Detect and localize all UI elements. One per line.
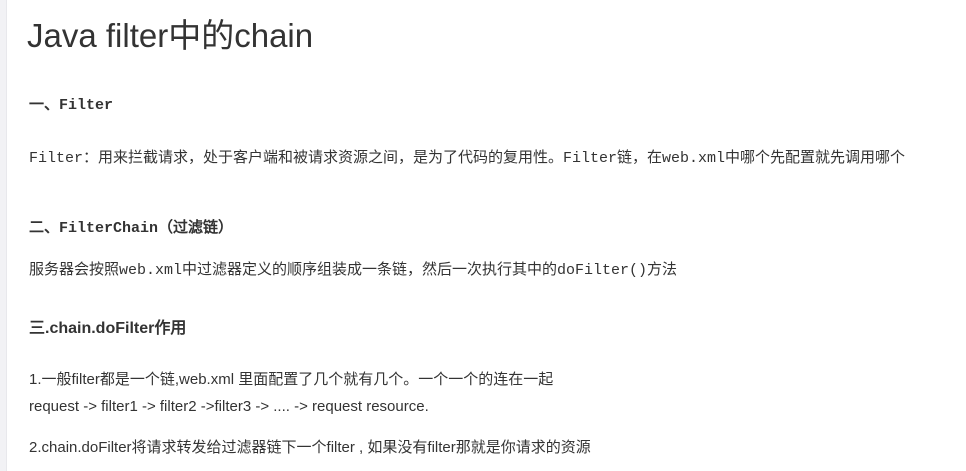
filter-description: Filter：用来拦截请求，处于客户端和被请求资源之间，是为了代码的复用性。Fi… bbox=[29, 150, 906, 167]
section-heading-dofilter: 三.chain.doFilter作用 bbox=[29, 320, 187, 337]
dofilter-item-2: 2.chain.doFilter将请求转发给过滤器链下一个filter , 如果… bbox=[29, 439, 591, 456]
page-title: Java filter中的chain bbox=[27, 17, 314, 54]
left-border bbox=[0, 0, 7, 471]
section-heading-filter: 一、Filter bbox=[29, 97, 114, 114]
dofilter-item-1-flow: request -> filter1 -> filter2 ->filter3 … bbox=[29, 398, 429, 415]
section-heading-filterchain: 二、FilterChain（过滤链） bbox=[29, 220, 234, 237]
filterchain-description: 服务器会按照web.xml中过滤器定义的顺序组装成一条链，然后一次执行其中的do… bbox=[29, 262, 678, 279]
dofilter-item-1: 1.一般filter都是一个链,web.xml 里面配置了几个就有几个。一个一个… bbox=[29, 371, 554, 388]
